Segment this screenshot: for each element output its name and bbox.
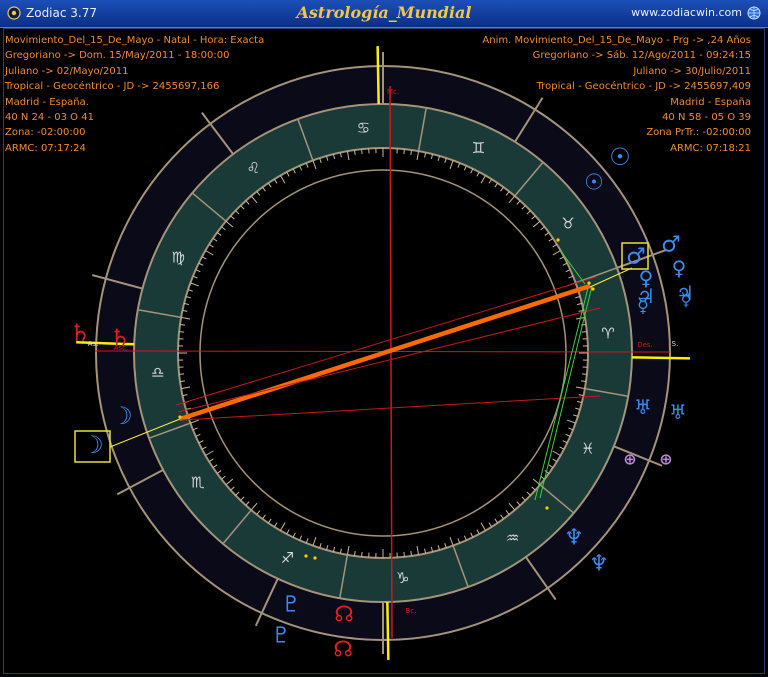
natal-info-line-6: Zona: -02:00:00 <box>5 127 86 139</box>
sign-aquarius-icon: ♒ <box>506 529 519 547</box>
degree-tick <box>361 149 363 155</box>
sign-cancer-icon: ♋ <box>357 119 370 137</box>
planet-marker <box>556 238 560 242</box>
zodiac-window: Zodiac 3.77 Astrología_Mundial www.zodia… <box>0 0 768 677</box>
planet-moon-progressed-icon[interactable]: ☽ <box>82 431 104 459</box>
progressed-info-line-6: Zona PrTr.: -02:00:00 <box>646 127 751 139</box>
progressed-info-line-1: Gregoriano -> Sáb. 12/Ago/2011 - 09:24:1… <box>532 50 751 62</box>
planet-pluto-natal-icon[interactable]: ♇ <box>281 593 301 618</box>
natal-info-line-3: Tropical - Geocéntrico - JD -> 2455697,1… <box>5 81 220 93</box>
progressed-info-line-3: Tropical - Geocéntrico - JD -> 2455697,4… <box>536 81 751 93</box>
sign-leo-icon: ♌ <box>247 159 260 177</box>
des-axis <box>631 356 690 360</box>
degree-tick <box>361 551 363 557</box>
degree-tick <box>403 551 405 557</box>
degree-tick <box>410 550 413 557</box>
progressed-info-line-7: ARMC: 07:18:21 <box>670 142 751 154</box>
sign-libra-icon: ♎ <box>151 364 164 382</box>
natal-info-panel: Movimiento_Del_15_De_Mayo - Natal - Hora… <box>5 33 264 156</box>
degree-tick <box>179 373 185 375</box>
degree-tick <box>179 323 186 326</box>
planet-venus-natal-icon[interactable]: ♀ <box>672 256 687 280</box>
planet-mars-natal-icon[interactable]: ♂ <box>661 233 681 258</box>
planet-neptune-natal-icon[interactable]: ♆ <box>589 552 609 577</box>
planet-marker <box>313 556 317 560</box>
degree-tick <box>403 149 405 155</box>
des-label: Des. <box>637 341 653 349</box>
planet-mercury-natal-icon[interactable]: ☿ <box>637 293 649 317</box>
sign-virgo-icon: ♍ <box>171 248 184 266</box>
sign-pisces-icon: ♓ <box>581 440 594 458</box>
ic-axis <box>386 601 390 660</box>
progressed-info-panel: Anim. Movimiento_Del_15_De_Mayo - Prg ->… <box>482 33 751 156</box>
bc-label: Bc. <box>406 607 417 615</box>
natal-info-line-4: Madrid - España. <box>5 96 89 108</box>
natal-info-line-1: Gregoriano -> Dom. 15/May/2011 - 18:00:0… <box>5 50 230 62</box>
planet-sun-progressed-icon[interactable]: ☉ <box>584 171 604 196</box>
natal-info-line-7: ARMC: 07:17:24 <box>5 142 86 154</box>
planet-node-natal-icon[interactable]: ☊ <box>334 603 354 628</box>
natal-info-line-2: Juliano -> 02/Mayo/2011 <box>5 65 129 77</box>
planet-mercury-progressed-icon[interactable]: ☿ <box>680 290 691 311</box>
degree-tick <box>410 149 413 156</box>
sign-capricorn-icon: ♑ <box>396 569 409 587</box>
mc-axis <box>376 46 380 105</box>
planet-uranus-progressed-icon[interactable]: ♅ <box>634 395 652 419</box>
mc-label: Mc. <box>387 88 399 96</box>
planet-fortune-progressed-icon[interactable]: ⊕ <box>623 450 636 469</box>
s-label: S. <box>672 340 679 348</box>
planet-uranus-natal-icon[interactable]: ♅ <box>669 400 687 424</box>
progressed-info-line-0: Anim. Movimiento_Del_15_De_Mayo - Prg ->… <box>482 35 751 46</box>
sign-taurus-icon: ♉ <box>561 214 574 232</box>
planet-marker <box>587 281 591 285</box>
planet-neptune-progressed-icon[interactable]: ♆ <box>564 526 584 551</box>
sign-scorpio-icon: ♏ <box>191 474 205 492</box>
progressed-info-line-2: Juliano -> 30/Julio/2011 <box>633 65 751 77</box>
planet-marker <box>545 506 549 510</box>
planet-node-progressed-icon[interactable]: ☊ <box>333 638 353 663</box>
sign-sagittarius-icon: ♐ <box>281 549 294 567</box>
sign-aries-icon: ♈ <box>601 324 614 342</box>
planet-marker <box>178 415 182 419</box>
natal-info-line-0: Movimiento_Del_15_De_Mayo - Natal - Hora… <box>5 35 265 46</box>
degree-tick <box>179 331 185 333</box>
degree-tick <box>581 331 587 333</box>
planet-saturn-progressed-icon[interactable]: ♄ <box>69 319 91 347</box>
degree-tick <box>179 380 186 383</box>
planet-fortune-natal-icon[interactable]: ⊕ <box>659 450 672 469</box>
planet-marker <box>591 287 595 291</box>
progressed-info-line-5: 40 N 58 - 05 O 39 <box>662 112 751 124</box>
degree-tick <box>353 149 356 156</box>
planet-pluto-progressed-icon[interactable]: ♇ <box>271 624 291 649</box>
natal-info-line-5: 40 N 24 - 03 O 41 <box>5 112 94 124</box>
degree-tick <box>353 550 356 557</box>
planet-saturn-natal-icon[interactable]: ♄ <box>109 324 131 352</box>
degree-tick <box>581 373 587 375</box>
progressed-info-line-4: Madrid - España <box>670 96 751 108</box>
planet-moon-natal-icon[interactable]: ☽ <box>111 402 133 430</box>
degree-tick <box>580 380 587 383</box>
planet-marker <box>304 554 308 558</box>
degree-tick <box>580 323 587 326</box>
